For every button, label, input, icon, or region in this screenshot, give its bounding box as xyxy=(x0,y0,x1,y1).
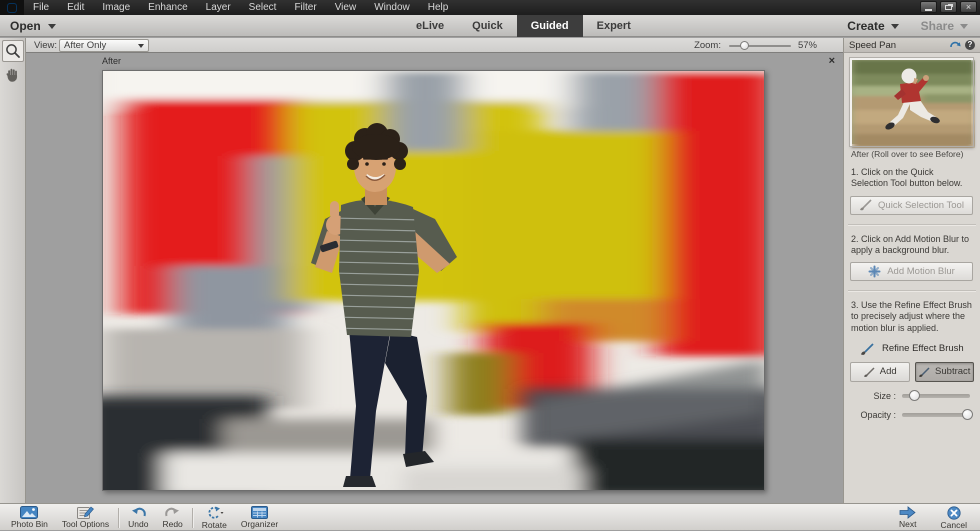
size-slider[interactable] xyxy=(902,394,970,398)
close-icon[interactable]: × xyxy=(829,55,835,67)
photo-bin-button[interactable]: Photo Bin xyxy=(4,506,55,529)
view-select-value: After Only xyxy=(64,40,106,51)
mode-tab-bar: Open eLive Quick Guided Expert Create Sh… xyxy=(0,15,980,37)
tab-elive[interactable]: eLive xyxy=(402,15,458,37)
rotate-icon xyxy=(205,506,224,520)
thumbnail-caption: After (Roll over to see Before) xyxy=(851,149,973,159)
add-motion-blur-button[interactable]: Add Motion Blur xyxy=(850,262,973,281)
restore-button[interactable] xyxy=(940,1,957,13)
chevron-down-icon xyxy=(891,24,899,29)
chevron-down-icon xyxy=(48,24,56,29)
photo-state-label: After xyxy=(102,56,121,66)
tool-options-button[interactable]: Tool Options xyxy=(55,506,116,529)
next-button[interactable]: Next xyxy=(892,506,923,529)
tab-expert[interactable]: Expert xyxy=(583,15,645,37)
opacity-slider-handle[interactable] xyxy=(962,409,973,420)
hand-tool-icon[interactable] xyxy=(2,64,24,86)
taskbar-divider xyxy=(192,508,193,528)
options-bar: View: After Only Zoom: 57% xyxy=(26,38,843,53)
redo-icon xyxy=(165,506,180,519)
size-label: Size : xyxy=(854,391,896,401)
edited-photo[interactable] xyxy=(102,70,765,491)
add-button[interactable]: Add xyxy=(850,362,910,382)
next-arrow-icon xyxy=(899,506,916,519)
refine-effect-brush-button[interactable]: Refine Effect Brush xyxy=(860,343,973,355)
quick-selection-tool-button[interactable]: Quick Selection Tool xyxy=(850,196,973,215)
organizer-icon xyxy=(251,506,268,519)
menu-bar: File Edit Image Enhance Layer Select Fil… xyxy=(0,0,980,15)
zoom-value: 57% xyxy=(798,40,817,51)
example-thumbnail[interactable] xyxy=(850,58,973,146)
cancel-icon xyxy=(947,506,961,520)
step-1-text: 1. Click on the Quick Selection Tool but… xyxy=(851,167,973,190)
open-label: Open xyxy=(10,19,41,33)
help-icon[interactable]: ? xyxy=(965,40,975,50)
menu-enhance[interactable]: Enhance xyxy=(139,2,196,13)
tab-quick[interactable]: Quick xyxy=(458,15,517,37)
size-slider-handle[interactable] xyxy=(909,390,920,401)
motion-blur-icon xyxy=(868,265,881,278)
menu-layer[interactable]: Layer xyxy=(197,2,240,13)
menu-file[interactable]: File xyxy=(24,2,58,13)
organizer-button[interactable]: Organizer xyxy=(234,506,285,529)
toolbox xyxy=(0,38,26,503)
menu-image[interactable]: Image xyxy=(93,2,139,13)
view-select[interactable]: After Only xyxy=(59,39,149,52)
opacity-slider[interactable] xyxy=(902,413,970,417)
panel-title: Speed Pan xyxy=(849,40,896,51)
rotate-button[interactable]: Rotate xyxy=(195,506,234,530)
menu-help[interactable]: Help xyxy=(419,2,458,13)
reset-icon[interactable] xyxy=(949,40,961,50)
brush-icon xyxy=(918,367,930,377)
close-button[interactable]: × xyxy=(960,1,977,13)
brush-icon xyxy=(860,343,874,355)
undo-button[interactable]: Undo xyxy=(121,506,155,529)
undo-icon xyxy=(131,506,146,519)
opacity-label: Opacity : xyxy=(854,410,896,420)
menu-view[interactable]: View xyxy=(326,2,366,13)
photo-bin-icon xyxy=(20,506,38,519)
brush-icon xyxy=(859,199,872,211)
minimize-button[interactable] xyxy=(920,1,937,13)
redo-button[interactable]: Redo xyxy=(155,506,189,529)
chevron-down-icon xyxy=(138,44,144,48)
subtract-button[interactable]: Subtract xyxy=(915,362,975,382)
zoom-tool-icon[interactable] xyxy=(2,40,24,62)
view-label: View: xyxy=(34,40,57,51)
open-button[interactable]: Open xyxy=(10,15,56,37)
panel-divider xyxy=(848,290,976,292)
share-button[interactable]: Share xyxy=(921,19,968,33)
create-button[interactable]: Create xyxy=(847,19,898,33)
menu-window[interactable]: Window xyxy=(365,2,419,13)
panel-divider xyxy=(848,224,976,226)
zoom-label: Zoom: xyxy=(694,40,721,51)
step-3-text: 3. Use the Refine Effect Brush to precis… xyxy=(851,300,973,334)
step-2-text: 2. Click on Add Motion Blur to apply a b… xyxy=(851,234,973,257)
menu-select[interactable]: Select xyxy=(240,2,286,13)
zoom-slider-handle[interactable] xyxy=(740,41,749,50)
canvas-area: After × xyxy=(26,53,843,503)
menu-edit[interactable]: Edit xyxy=(58,2,93,13)
app-logo-icon xyxy=(0,0,24,15)
taskbar: Photo Bin Tool Options Undo xyxy=(0,503,980,530)
guided-edit-panel: Speed Pan ? xyxy=(843,38,980,503)
brush-icon xyxy=(863,367,875,377)
cancel-button[interactable]: Cancel xyxy=(934,506,974,530)
menu-filter[interactable]: Filter xyxy=(285,2,325,13)
taskbar-divider xyxy=(118,508,119,528)
chevron-down-icon xyxy=(960,24,968,29)
tool-options-icon xyxy=(77,506,94,519)
zoom-slider[interactable] xyxy=(729,45,791,47)
tab-guided[interactable]: Guided xyxy=(517,15,583,37)
